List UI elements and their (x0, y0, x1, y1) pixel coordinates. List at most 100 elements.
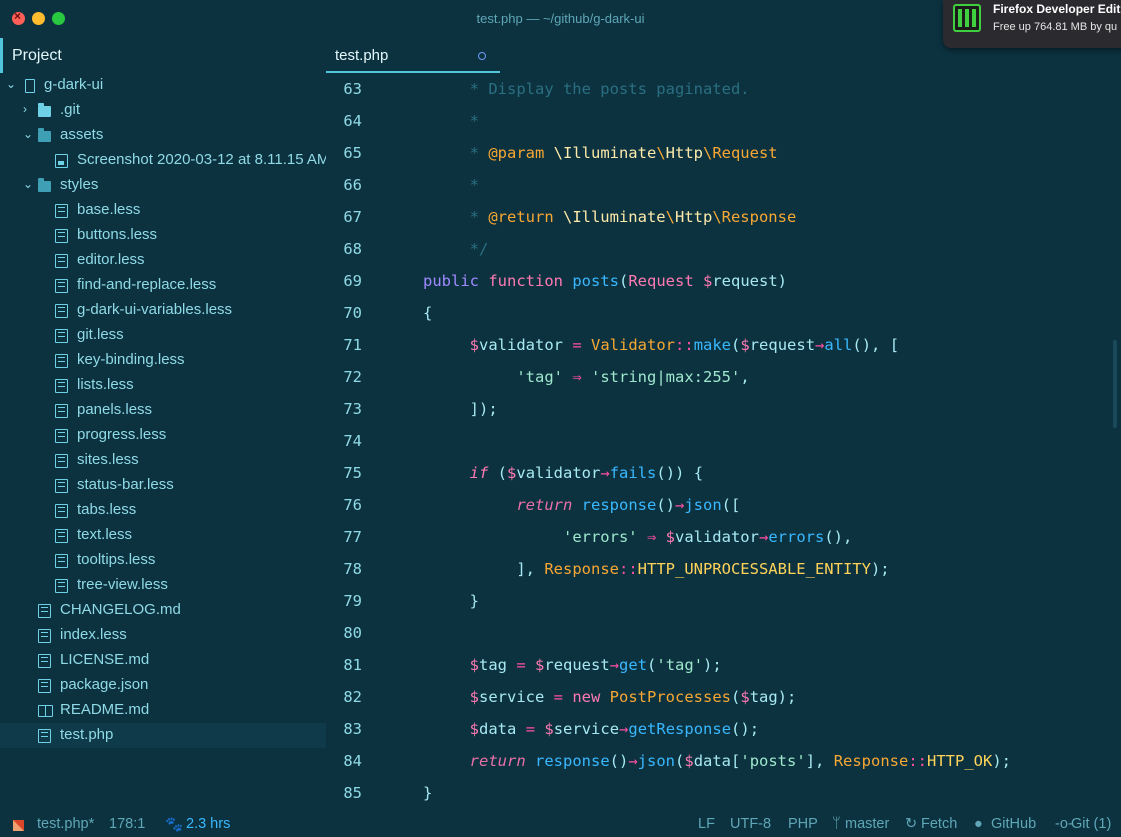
tree-item[interactable]: g-dark-ui-variables.less (0, 298, 326, 323)
tree-item[interactable]: lists.less (0, 373, 326, 398)
tree-item[interactable]: index.less (0, 623, 326, 648)
line-number[interactable]: 74 (326, 432, 362, 450)
code-line[interactable]: 78 ], Response::HTTP_UNPROCESSABLE_ENTIT… (326, 553, 1121, 585)
line-number[interactable]: 75 (326, 464, 362, 482)
tree-item[interactable]: tree-view.less (0, 573, 326, 598)
line-number[interactable]: 78 (326, 560, 362, 578)
code-token: getResponse (628, 720, 732, 738)
chevron-down-icon[interactable]: ⌄ (23, 127, 33, 141)
line-number[interactable]: 66 (326, 176, 362, 194)
tree-item[interactable]: › .git (0, 98, 326, 123)
tree-item[interactable]: base.less (0, 198, 326, 223)
code-line[interactable]: 79 } (326, 585, 1121, 617)
line-number[interactable]: 68 (326, 240, 362, 258)
tree-item[interactable]: test.php (0, 723, 326, 748)
code-line[interactable]: 82 $service = new PostProcesses($tag); (326, 681, 1121, 713)
code-line[interactable]: 69 public function posts(Request $request… (326, 265, 1121, 297)
code-line[interactable]: 84 return response()→json($data['posts']… (326, 745, 1121, 777)
status-cursor-position[interactable]: 178:1 (109, 816, 145, 832)
tree-item[interactable]: text.less (0, 523, 326, 548)
status-github-button[interactable]: GitHub (991, 816, 1036, 832)
tree-item[interactable]: progress.less (0, 423, 326, 448)
code-line[interactable]: 74 (326, 425, 1121, 457)
line-number[interactable]: 71 (326, 336, 362, 354)
tree-item[interactable]: ⌄ styles (0, 173, 326, 198)
code-line[interactable]: 70 { (326, 297, 1121, 329)
tree-item[interactable]: ⌄ assets (0, 123, 326, 148)
status-time-tracker[interactable]: 2.3 hrs (186, 816, 230, 832)
code-line[interactable]: 71 $validator = Validator::make($request… (326, 329, 1121, 361)
line-number[interactable]: 70 (326, 304, 362, 322)
tree-item[interactable]: buttons.less (0, 223, 326, 248)
project-panel-tab[interactable]: Project (0, 38, 326, 73)
chevron-down-icon[interactable]: ⌄ (6, 77, 16, 91)
line-number[interactable]: 80 (326, 624, 362, 642)
code-line[interactable]: 75 if ($validator→fails()) { (326, 457, 1121, 489)
code-line[interactable]: 65 * @param \Illuminate\Http\Request (326, 137, 1121, 169)
code-token: } (423, 592, 479, 610)
line-number[interactable]: 72 (326, 368, 362, 386)
code-line[interactable]: 67 * @return \Illuminate\Http\Response (326, 201, 1121, 233)
tab-test-php[interactable]: test.php (326, 38, 500, 73)
tree-item[interactable]: package.json (0, 673, 326, 698)
tree-item[interactable]: Screenshot 2020-03-12 at 8.11.15 AM (0, 148, 326, 173)
code-text: public function posts(Request $request) (423, 272, 787, 290)
editor-scrollbar[interactable] (1113, 340, 1117, 428)
chevron-right-icon[interactable]: › (23, 102, 27, 116)
line-number[interactable]: 81 (326, 656, 362, 674)
code-line[interactable]: 64 * (326, 105, 1121, 137)
status-file-name[interactable]: test.php* (37, 816, 94, 832)
code-line[interactable]: 81 $tag = $request→get('tag'); (326, 649, 1121, 681)
modified-indicator-icon[interactable] (478, 52, 486, 60)
chevron-down-icon[interactable]: ⌄ (23, 177, 33, 191)
tree-item[interactable]: tooltips.less (0, 548, 326, 573)
tree-item[interactable]: tabs.less (0, 498, 326, 523)
tree-item[interactable]: CHANGELOG.md (0, 598, 326, 623)
code-line[interactable]: 76 return response()→json([ (326, 489, 1121, 521)
tree-item[interactable]: panels.less (0, 398, 326, 423)
line-number[interactable]: 79 (326, 592, 362, 610)
code-text: { (423, 304, 432, 322)
tree-item[interactable]: LICENSE.md (0, 648, 326, 673)
line-number[interactable]: 85 (326, 784, 362, 802)
line-number[interactable]: 83 (326, 720, 362, 738)
code-line[interactable]: 85} (326, 777, 1121, 808)
status-branch[interactable]: master (845, 816, 889, 832)
line-number[interactable]: 82 (326, 688, 362, 706)
status-fetch-button[interactable]: Fetch (921, 816, 957, 832)
tree-item[interactable]: git.less (0, 323, 326, 348)
code-line[interactable]: 77 'errors' ⇒ $validator→errors(), (326, 521, 1121, 553)
line-number[interactable]: 63 (326, 80, 362, 98)
line-number[interactable]: 65 (326, 144, 362, 162)
line-number[interactable]: 69 (326, 272, 362, 290)
code-editor[interactable]: 63 * Display the posts paginated. 64 * 65 … (326, 73, 1121, 808)
line-number[interactable]: 77 (326, 528, 362, 546)
tree-item[interactable]: ⌄ g-dark-ui (0, 73, 326, 98)
code-line[interactable]: 63 * Display the posts paginated. (326, 73, 1121, 105)
linter-status-icon[interactable] (13, 820, 24, 831)
code-line[interactable]: 83 $data = $service→getResponse(); (326, 713, 1121, 745)
line-number[interactable]: 84 (326, 752, 362, 770)
line-number[interactable]: 67 (326, 208, 362, 226)
code-line[interactable]: 66 * (326, 169, 1121, 201)
tree-item[interactable]: README.md (0, 698, 326, 723)
line-number[interactable]: 76 (326, 496, 362, 514)
tree-item[interactable]: status-bar.less (0, 473, 326, 498)
file-icon (55, 229, 68, 243)
status-git-button[interactable]: Git (1) (1071, 816, 1111, 832)
status-encoding[interactable]: UTF-8 (730, 816, 771, 832)
tree-item[interactable]: sites.less (0, 448, 326, 473)
code-line[interactable]: 73 ]); (326, 393, 1121, 425)
line-number[interactable]: 64 (326, 112, 362, 130)
tree-item[interactable]: key-binding.less (0, 348, 326, 373)
code-line[interactable]: 68 */ (326, 233, 1121, 265)
status-grammar[interactable]: PHP (788, 816, 818, 832)
tree-item[interactable]: editor.less (0, 248, 326, 273)
code-line[interactable]: 80 (326, 617, 1121, 649)
tree-item[interactable]: find-and-replace.less (0, 273, 326, 298)
code-token: ); (703, 656, 722, 674)
code-line[interactable]: 72 'tag' ⇒ 'string|max:255', (326, 361, 1121, 393)
line-number[interactable]: 73 (326, 400, 362, 418)
status-line-ending[interactable]: LF (698, 816, 715, 832)
